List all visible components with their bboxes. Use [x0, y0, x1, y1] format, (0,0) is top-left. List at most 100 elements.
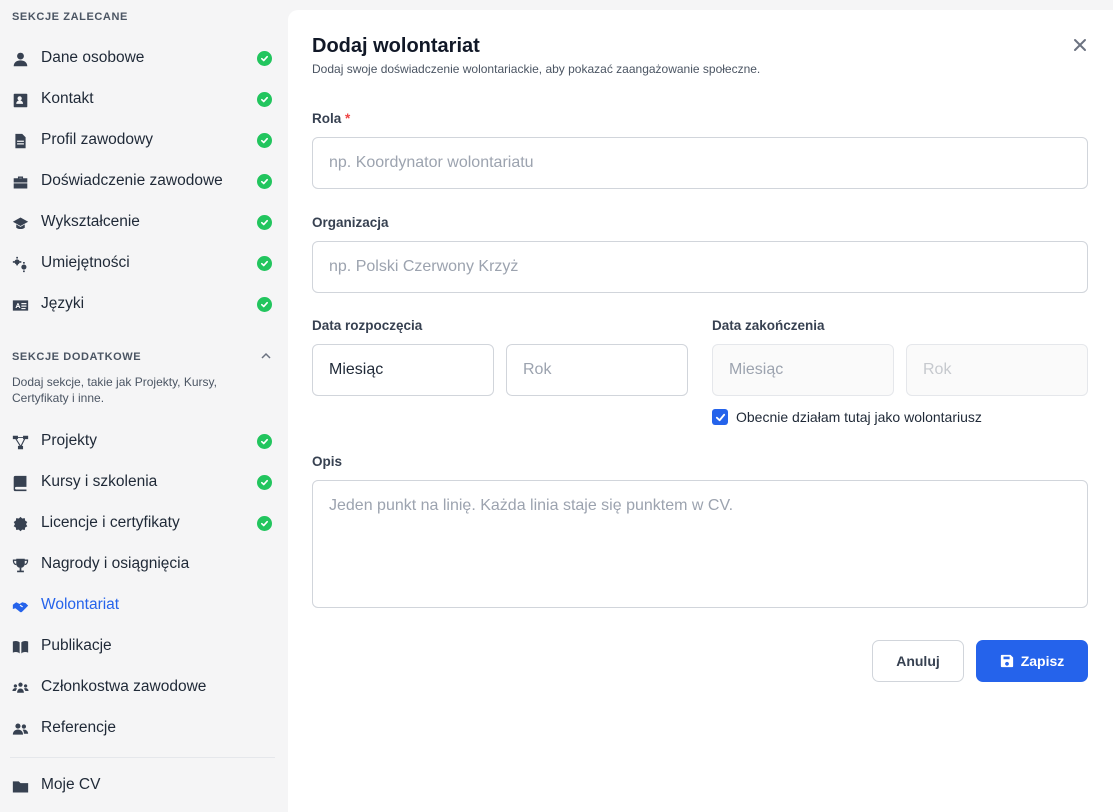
sidebar-item-label: Doświadczenie zawodowe: [41, 172, 223, 189]
sidebar-item-document[interactable]: Profil zawodowy: [0, 120, 287, 161]
recommended-sections-title: SEKCJE ZALECANE: [12, 11, 128, 23]
additional-sections-description: Dodaj sekcje, takie jak Projekty, Kursy,…: [12, 375, 217, 405]
checkmark-icon: [260, 137, 269, 144]
book-icon: [11, 474, 29, 492]
sidebar: SEKCJE ZALECANE Dane osobowe Kontakt Profi…: [0, 0, 287, 812]
role-label-text: Rola: [312, 111, 342, 126]
sidebar-item-label: Nagrody i osiągnięcia: [41, 555, 190, 572]
checkmark-icon: [260, 438, 269, 445]
sidebar-item-gears[interactable]: Umiejętności: [0, 243, 287, 284]
completed-check-icon: [257, 133, 272, 148]
sidebar-item-label: Referencje: [41, 719, 116, 736]
completed-check-icon: [257, 174, 272, 189]
checkmark-icon: [260, 260, 269, 267]
checkmark-icon: [260, 520, 269, 527]
floppy-disk-icon: [1000, 654, 1013, 668]
sidebar-item-label: Dane osobowe: [41, 49, 145, 66]
sidebar-item-certificate[interactable]: Licencje i certyfikaty: [0, 503, 287, 544]
sidebar-item-label: Profil zawodowy: [41, 131, 153, 148]
sidebar-item-label: Licencje i certyfikaty: [41, 514, 180, 531]
open-book-icon: [11, 638, 29, 656]
sidebar-item-label: Wykształcenie: [41, 213, 140, 230]
sidebar-item-my-cv[interactable]: Moje CV: [0, 765, 287, 806]
gears-icon: [11, 255, 29, 273]
sidebar-item-label: Wolontariat: [41, 596, 120, 613]
start-year-select[interactable]: Rok: [506, 344, 688, 396]
save-button[interactable]: Zapisz: [976, 640, 1088, 682]
sidebar-item-handshake[interactable]: Wolontariat: [0, 585, 287, 626]
sidebar-item-open-book[interactable]: Publikacje: [0, 626, 287, 667]
chevron-up-icon[interactable]: [260, 350, 272, 362]
start-date-label: Data rozpoczęcia: [312, 318, 423, 333]
end-year-select[interactable]: Rok: [906, 344, 1088, 396]
organization-label: Organizacja: [312, 215, 389, 230]
form-title: Dodaj wolontariat: [312, 35, 480, 57]
description-label: Opis: [312, 454, 343, 469]
end-month-select[interactable]: Miesiąc: [712, 344, 894, 396]
role-input[interactable]: [312, 137, 1088, 189]
sidebar-item-label: Członkostwa zawodowe: [41, 678, 207, 695]
sidebar-item-language[interactable]: Języki: [0, 284, 287, 325]
sidebar-item-book[interactable]: Kursy i szkolenia: [0, 462, 287, 503]
people-group-icon: [11, 679, 29, 697]
checkmark-icon: [260, 55, 269, 62]
handshake-icon: [11, 597, 29, 615]
completed-check-icon: [257, 92, 272, 107]
role-label: Rola *: [312, 111, 350, 126]
checkmark-icon: [260, 479, 269, 486]
save-button-label: Zapisz: [1020, 653, 1065, 669]
sidebar-divider: [10, 757, 275, 758]
sidebar-item-label: Kontakt: [41, 90, 94, 107]
document-icon: [11, 132, 29, 150]
sidebar-item-label: Projekty: [41, 432, 97, 449]
sidebar-item-briefcase[interactable]: Doświadczenie zawodowe: [0, 161, 287, 202]
user-icon: [11, 50, 29, 68]
users-icon: [11, 720, 29, 738]
completed-check-icon: [257, 516, 272, 531]
completed-check-icon: [257, 256, 272, 271]
description-textarea[interactable]: [312, 480, 1088, 608]
contact-card-icon: [11, 91, 29, 109]
sidebar-item-people-group[interactable]: Członkostwa zawodowe: [0, 667, 287, 708]
completed-check-icon: [257, 297, 272, 312]
checkmark-icon: [260, 178, 269, 185]
form-subtitle: Dodaj swoje doświadczenie wolontariackie…: [312, 62, 761, 76]
end-date-label: Data zakończenia: [712, 318, 825, 333]
sidebar-item-user[interactable]: Dane osobowe: [0, 38, 287, 79]
completed-check-icon: [257, 475, 272, 490]
additional-sections-title: SEKCJE DODATKOWE: [12, 351, 142, 363]
diagram-icon: [11, 433, 29, 451]
sidebar-item-label: Publikacje: [41, 637, 112, 654]
sidebar-item-label: Moje CV: [41, 776, 101, 793]
sidebar-item-label: Języki: [41, 295, 85, 312]
sidebar-item-label: Umiejętności: [41, 254, 130, 271]
current-volunteer-option[interactable]: Obecnie działam tutaj jako wolontariusz: [712, 409, 982, 425]
close-icon[interactable]: [1072, 37, 1088, 53]
organization-input[interactable]: [312, 241, 1088, 293]
checkmark-icon: [260, 219, 269, 226]
sidebar-item-contact-card[interactable]: Kontakt: [0, 79, 287, 120]
completed-check-icon: [257, 434, 272, 449]
sidebar-item-trophy[interactable]: Nagrody i osiągnięcia: [0, 544, 287, 585]
checkmark-icon: [715, 413, 725, 421]
current-volunteer-label: Obecnie działam tutaj jako wolontariusz: [736, 409, 982, 425]
trophy-icon: [11, 556, 29, 574]
folder-icon: [11, 777, 29, 795]
checkmark-icon: [260, 96, 269, 103]
completed-check-icon: [257, 51, 272, 66]
briefcase-icon: [11, 173, 29, 191]
graduation-cap-icon: [11, 214, 29, 232]
sidebar-item-diagram[interactable]: Projekty: [0, 421, 287, 462]
language-icon: [11, 296, 29, 314]
required-marker: *: [345, 111, 351, 126]
sidebar-item-graduation-cap[interactable]: Wykształcenie: [0, 202, 287, 243]
add-volunteering-panel: Dodaj wolontariat Dodaj swoje doświadcze…: [288, 10, 1113, 812]
checkmark-icon: [260, 301, 269, 308]
completed-check-icon: [257, 215, 272, 230]
sidebar-item-label: Kursy i szkolenia: [41, 473, 158, 490]
cancel-button[interactable]: Anuluj: [872, 640, 964, 682]
current-volunteer-checkbox[interactable]: [712, 409, 728, 425]
certificate-icon: [11, 515, 29, 533]
sidebar-item-users[interactable]: Referencje: [0, 708, 287, 749]
start-month-select[interactable]: Miesiąc: [312, 344, 494, 396]
